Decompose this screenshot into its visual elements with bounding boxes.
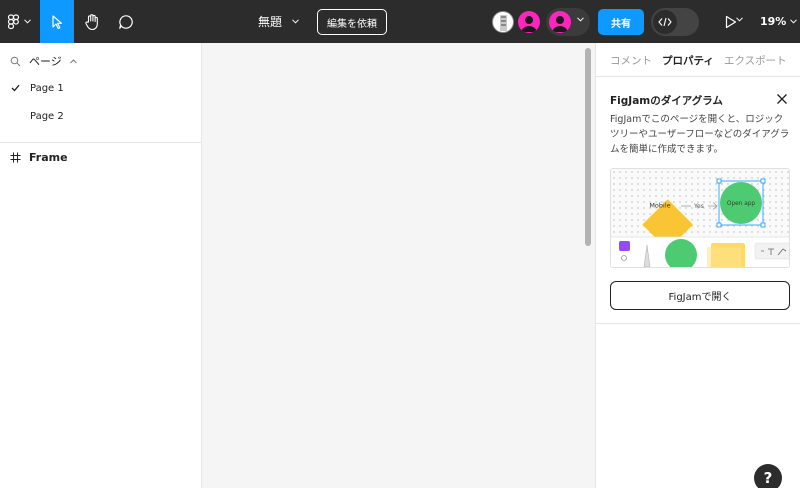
- page-label: Page 1: [30, 82, 64, 94]
- comment-icon: [119, 14, 133, 29]
- circle-label: Open app: [727, 201, 756, 207]
- chevron-down-icon: [577, 17, 584, 22]
- file-title-menu[interactable]: 無題: [258, 0, 299, 43]
- zoom-level: 19%: [760, 15, 787, 28]
- page-label: Page 2: [30, 110, 64, 122]
- pages-label: ページ: [29, 55, 62, 68]
- toolbar: 無題 編集を依頼 共有 19%: [0, 0, 800, 43]
- right-panel: コメント プロパティ エクスポート FigJamのダイアグラム FigJamでこ…: [595, 43, 800, 488]
- edge-label: Yes: [693, 203, 704, 210]
- avatar[interactable]: [518, 11, 540, 33]
- chevron-up-icon: [69, 58, 77, 63]
- tab-export[interactable]: エクスポート: [724, 53, 787, 68]
- page-item[interactable]: Page 2: [0, 105, 202, 127]
- frame-icon: [10, 152, 21, 162]
- chevron-down-icon: [292, 19, 299, 24]
- check-icon: [0, 84, 30, 92]
- hand-tool-icon: [85, 13, 98, 30]
- canvas[interactable]: [202, 43, 595, 488]
- figjam-card-description: FigJamでこのページを開くと、ロジックツリーやユーザーフローなどのダイアグラ…: [610, 114, 790, 155]
- move-tool-button[interactable]: [40, 0, 74, 43]
- hand-tool-button[interactable]: [76, 0, 108, 43]
- request-edit-button[interactable]: 編集を依頼: [317, 9, 387, 35]
- share-button[interactable]: 共有: [598, 9, 644, 35]
- figjam-toolbar-strip: [611, 236, 789, 267]
- search-icon: [10, 56, 21, 66]
- dev-mode-knob: [653, 10, 677, 34]
- panel-tabs: コメント プロパティ エクスポート: [596, 43, 800, 77]
- layer-label: Frame: [29, 150, 68, 164]
- chevron-down-icon: [736, 17, 743, 22]
- figjam-card-title: FigJamのダイアグラム: [610, 95, 723, 107]
- tab-properties[interactable]: プロパティ: [662, 53, 714, 68]
- zoom-menu[interactable]: 19%: [760, 0, 798, 43]
- figma-menu-icon: [7, 13, 20, 29]
- page-item[interactable]: Page 1: [0, 77, 202, 99]
- user-icon: [521, 16, 537, 32]
- user-photo-icon: [500, 15, 507, 31]
- user-icon: [552, 16, 568, 32]
- file-title: 無題: [258, 15, 283, 29]
- comment-tool-button[interactable]: [110, 0, 142, 43]
- help-button[interactable]: ?: [754, 464, 782, 488]
- layer-item-frame[interactable]: Frame: [10, 149, 68, 165]
- close-icon[interactable]: [776, 93, 788, 105]
- canvas-scrollbar[interactable]: [585, 48, 591, 246]
- pages-header[interactable]: ページ: [10, 53, 77, 69]
- diamond-label: Mobile: [649, 202, 670, 210]
- avatar[interactable]: [492, 11, 514, 33]
- figjam-preview-image: Mobile Yes Open app: [610, 168, 790, 268]
- code-icon: [658, 17, 672, 27]
- move-tool-icon: [52, 14, 63, 29]
- divider: [596, 323, 800, 324]
- dev-mode-toggle[interactable]: [651, 8, 699, 36]
- tab-comments[interactable]: コメント: [610, 53, 652, 68]
- main-menu-button[interactable]: [0, 0, 38, 43]
- divider: [0, 142, 202, 143]
- chevron-down-icon: [24, 19, 31, 24]
- left-panel: ページ Page 1 Page 2 Frame: [0, 43, 202, 488]
- avatar[interactable]: [549, 11, 571, 33]
- chevron-down-icon: [790, 19, 798, 24]
- open-in-figjam-button[interactable]: FigJamで開く: [610, 281, 790, 310]
